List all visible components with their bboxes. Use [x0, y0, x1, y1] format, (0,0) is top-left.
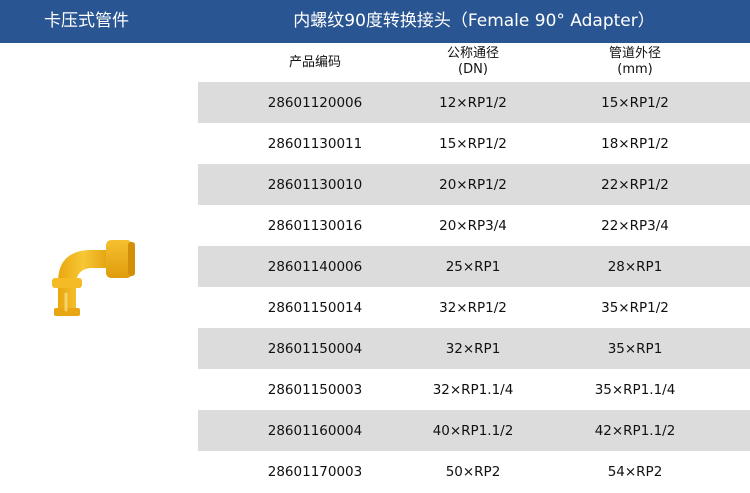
cell-code: 28601150003 — [267, 381, 363, 398]
column-header-dn: 公称通径 (DN) — [398, 46, 548, 82]
cell-code: 28601160004 — [267, 422, 363, 439]
cell-od: 35×RP1/2 — [601, 299, 669, 316]
cell-code: 28601130016 — [267, 217, 363, 234]
spec-table: 28601120006 12×RP1/2 15×RP1/2 2860113001… — [198, 82, 750, 492]
cell-code: 28601150004 — [267, 340, 363, 357]
cell-code: 28601170003 — [267, 463, 363, 480]
cell-code: 28601120006 — [267, 94, 363, 111]
cell-od: 22×RP1/2 — [601, 176, 669, 193]
table-row: 28601160004 40×RP1.1/2 42×RP1.1/2 — [198, 410, 750, 451]
cell-dn: 20×RP1/2 — [439, 176, 507, 193]
column-header-od-line2: (mm) — [617, 62, 653, 77]
cell-od: 35×RP1.1/4 — [594, 381, 676, 398]
cell-dn: 25×RP1 — [445, 258, 501, 275]
product-title: 内螺纹90度转换接头（Female 90° Adapter） — [293, 11, 655, 31]
cell-dn: 32×RP1.1/4 — [432, 381, 514, 398]
cell-code: 28601150014 — [267, 299, 363, 316]
column-header-code-label: 产品编码 — [288, 55, 341, 70]
cell-dn: 50×RP2 — [445, 463, 501, 480]
table-row: 28601140006 25×RP1 28×RP1 — [198, 246, 750, 287]
cell-code: 28601140006 — [267, 258, 363, 275]
column-header-od-line1: 管道外径 — [608, 46, 661, 61]
cell-code: 28601130010 — [267, 176, 363, 193]
cell-dn: 15×RP1/2 — [439, 135, 507, 152]
column-header-od: 管道外径 (mm) — [560, 46, 710, 82]
table-row: 28601150003 32×RP1.1/4 35×RP1.1/4 — [198, 369, 750, 410]
table-row: 28601130011 15×RP1/2 18×RP1/2 — [198, 123, 750, 164]
cell-od: 54×RP2 — [607, 463, 663, 480]
cell-od: 35×RP1 — [607, 340, 663, 357]
cell-dn: 40×RP1.1/2 — [432, 422, 514, 439]
table-row: 28601150004 32×RP1 35×RP1 — [198, 328, 750, 369]
cell-od: 42×RP1.1/2 — [594, 422, 676, 439]
cell-od: 18×RP1/2 — [601, 135, 669, 152]
table-row: 28601150014 32×RP1/2 35×RP1/2 — [198, 287, 750, 328]
table-row: 28601130016 20×RP3/4 22×RP3/4 — [198, 205, 750, 246]
cell-code: 28601130011 — [267, 135, 363, 152]
cell-od: 28×RP1 — [607, 258, 663, 275]
cell-dn: 20×RP3/4 — [439, 217, 507, 234]
cell-od: 22×RP3/4 — [601, 217, 669, 234]
cell-dn: 32×RP1 — [445, 340, 501, 357]
cell-dn: 32×RP1/2 — [439, 299, 507, 316]
table-row: 28601170003 50×RP2 54×RP2 — [198, 451, 750, 492]
column-header-dn-line1: 公称通径 — [446, 46, 499, 61]
table-row: 28601120006 12×RP1/2 15×RP1/2 — [198, 82, 750, 123]
header-bar: 卡压式管件 内螺纹90度转换接头（Female 90° Adapter） — [0, 0, 750, 43]
table-row: 28601130010 20×RP1/2 22×RP1/2 — [198, 164, 750, 205]
cell-dn: 12×RP1/2 — [439, 94, 507, 111]
elbow-fitting-image — [52, 240, 135, 316]
column-header-dn-line2: (DN) — [458, 62, 488, 77]
category-label: 卡压式管件 — [44, 11, 129, 31]
cell-od: 15×RP1/2 — [601, 94, 669, 111]
